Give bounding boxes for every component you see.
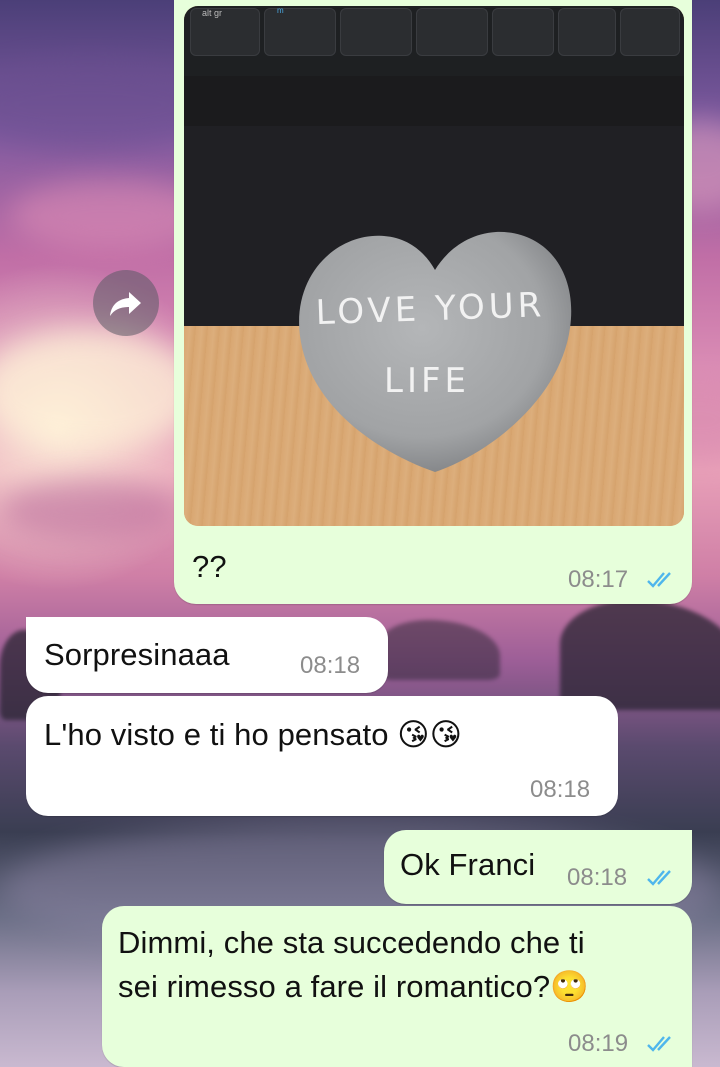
message-text: Sorpresinaaa — [44, 637, 230, 672]
message-text-line1: Dimmi, che sta succedendo che ti — [118, 925, 585, 960]
message-time: 08:17 — [568, 566, 629, 593]
shared-photo[interactable]: alt gr m LOVE YOUR LIFE — [184, 6, 684, 526]
keyboard-key-label: m — [277, 6, 284, 15]
message-time: 08:18 — [300, 652, 361, 679]
photo-keyboard: alt gr m — [184, 6, 684, 76]
double-check-icon — [647, 572, 671, 588]
message-text-line2: sei rimesso a fare il romantico?🙄 — [118, 969, 589, 1004]
heart-stone-text-line2: LIFE — [384, 361, 470, 401]
heart-stone-text-line1: LOVE YOUR — [315, 285, 546, 333]
forward-arrow-icon — [110, 292, 141, 316]
double-check-icon — [647, 870, 671, 886]
message-caption: ?? — [192, 549, 227, 584]
message-text: Ok Franci — [400, 847, 536, 882]
forward-button[interactable] — [93, 270, 159, 336]
keyboard-key-label: alt gr — [202, 8, 223, 18]
message-time: 08:19 — [568, 1030, 629, 1057]
heart-stone: LOVE YOUR LIFE — [299, 231, 572, 472]
message-time: 08:18 — [567, 864, 628, 891]
message-time: 08:18 — [530, 776, 591, 803]
double-check-icon — [647, 1036, 671, 1052]
message-text: L'ho visto e ti ho pensato 😘😘 — [44, 717, 463, 752]
